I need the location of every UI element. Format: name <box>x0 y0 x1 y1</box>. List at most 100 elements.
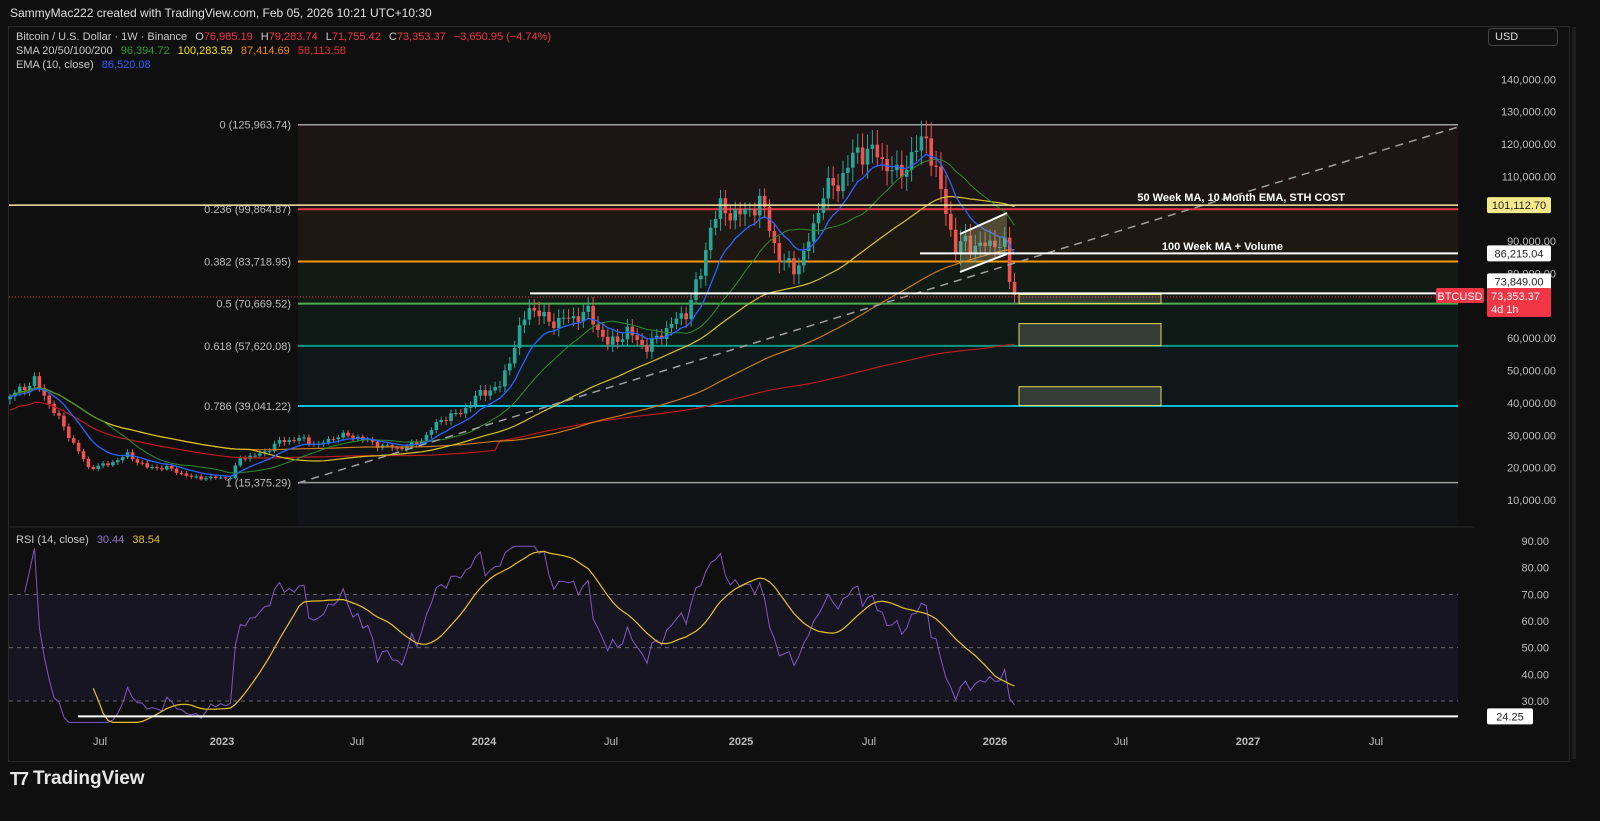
candle-body <box>101 463 105 466</box>
candle-body <box>174 468 179 473</box>
candle-body <box>424 434 429 441</box>
candle-body <box>895 164 899 171</box>
candle-body <box>473 395 478 406</box>
tradingview-logo[interactable]: T7 TradingView <box>10 768 145 790</box>
candle-body <box>704 250 708 276</box>
candle-body <box>802 251 806 266</box>
symbol-name[interactable]: Bitcoin / U.S. Dollar · 1W · Binance <box>16 31 187 43</box>
candle-body <box>267 451 272 453</box>
candle-body <box>870 144 875 149</box>
candle-body <box>503 370 507 387</box>
last-price-tag: 73,353.37 <box>1491 291 1540 303</box>
candle-body <box>214 476 218 479</box>
candle-body <box>846 167 850 173</box>
high-value: 79,283.74 <box>268 31 318 43</box>
price-axis-tick: 50,000.00 <box>1507 366 1556 378</box>
rsi-axis-tick: 40.00 <box>1521 669 1549 681</box>
candle-body <box>282 440 287 443</box>
time-axis-tick: Jul <box>93 736 107 748</box>
currency-button[interactable]: USD <box>1488 28 1558 46</box>
candle-body <box>640 339 644 345</box>
rsi-axis-tick: 50.00 <box>1521 643 1549 655</box>
candle-body <box>753 209 757 216</box>
candle-body <box>199 476 203 480</box>
price-axis-tick: 140,000.00 <box>1501 74 1556 86</box>
sma50-value: 100,283.59 <box>177 45 233 57</box>
candle-body <box>277 440 282 444</box>
support-zone <box>1018 386 1162 407</box>
ema-legend[interactable]: EMA (10, close) 86,520.08 <box>16 59 156 71</box>
price-axis-tick: 10,000.00 <box>1507 495 1556 507</box>
candle-body <box>439 420 443 423</box>
candle-body <box>169 465 174 469</box>
sma200-value: 58,113.58 <box>297 45 346 57</box>
candle-body <box>140 462 145 464</box>
fib-level-label: 0.382 (83,718.95) <box>204 256 291 268</box>
candle-body <box>811 223 816 242</box>
time-axis-tick: Jul <box>1369 736 1383 748</box>
candle-body <box>287 440 292 443</box>
ma-line-label: 50 Week MA, 10 Month EMA, STH COST <box>1137 192 1345 204</box>
candle-body <box>944 189 948 214</box>
price-axis-tick: 130,000.00 <box>1501 107 1556 119</box>
candle-body <box>699 275 703 280</box>
candle-body <box>194 476 198 478</box>
candle-body <box>400 447 404 449</box>
close-label: C <box>388 31 397 43</box>
high-label: H <box>260 31 269 43</box>
candle-body <box>542 311 546 317</box>
close-value: 73,353.37 <box>396 31 446 43</box>
support-zone <box>1018 294 1162 305</box>
rsi-axis-tick: 90.00 <box>1521 536 1549 548</box>
candle-body <box>547 311 551 322</box>
candle-body <box>635 335 639 340</box>
candle-body <box>189 475 194 477</box>
candle-body <box>71 438 76 443</box>
candle-body <box>218 477 223 479</box>
candle-body <box>630 326 635 336</box>
candle-body <box>557 317 561 329</box>
time-axis-tick: Jul <box>862 736 876 748</box>
candle-body <box>62 415 66 427</box>
candle-body <box>522 319 527 326</box>
candle-body <box>243 458 247 460</box>
candle-body <box>498 386 502 388</box>
fib-level-label: 0 (125,963.74) <box>219 120 291 132</box>
candle-body <box>326 438 331 443</box>
candle-body <box>591 305 595 325</box>
candle-body <box>106 463 110 466</box>
candle-body <box>67 426 71 439</box>
candle-body <box>209 476 213 479</box>
candle-body <box>674 318 679 324</box>
fib-band <box>298 406 1458 483</box>
candle-body <box>880 157 884 160</box>
sma-legend[interactable]: SMA 20/50/100/200 96,394.72 100,283.59 8… <box>16 45 351 57</box>
candle-body <box>949 213 953 230</box>
candle-body <box>689 299 693 320</box>
symbol-legend: Bitcoin / U.S. Dollar · 1W · Binance O76… <box>16 31 556 43</box>
price-scale-scrollbar[interactable] <box>1572 27 1576 759</box>
candle-body <box>576 316 581 322</box>
chart-canvas[interactable]: 0 (125,963.74) 0.236 (99,864.87) 0.382 (83… <box>0 0 1600 821</box>
candle-body <box>909 152 914 170</box>
support-line-price-tag: 73,849.00 <box>1495 276 1544 288</box>
candle-body <box>865 148 870 165</box>
candle-body <box>708 227 713 251</box>
candle-body <box>91 467 96 469</box>
candle-body <box>22 386 27 391</box>
candle-body <box>86 458 91 468</box>
rsi-legend[interactable]: RSI (14, close) 30.44 38.54 <box>16 534 165 546</box>
candle-body <box>116 460 120 463</box>
rsi-ma-value: 38.54 <box>132 534 160 546</box>
candle-body <box>841 172 845 192</box>
volume-line-label: 100 Week MA + Volume <box>1162 241 1283 253</box>
candle-body <box>875 144 880 158</box>
candle-body <box>718 198 723 219</box>
open-label: O <box>195 31 204 43</box>
candle-body <box>395 447 399 449</box>
change-value: −3,650.95 (−4.74%) <box>453 31 552 43</box>
fib-band <box>298 345 1458 407</box>
candle-body <box>797 265 801 275</box>
candle-body <box>787 258 791 261</box>
candle-body <box>919 136 924 151</box>
